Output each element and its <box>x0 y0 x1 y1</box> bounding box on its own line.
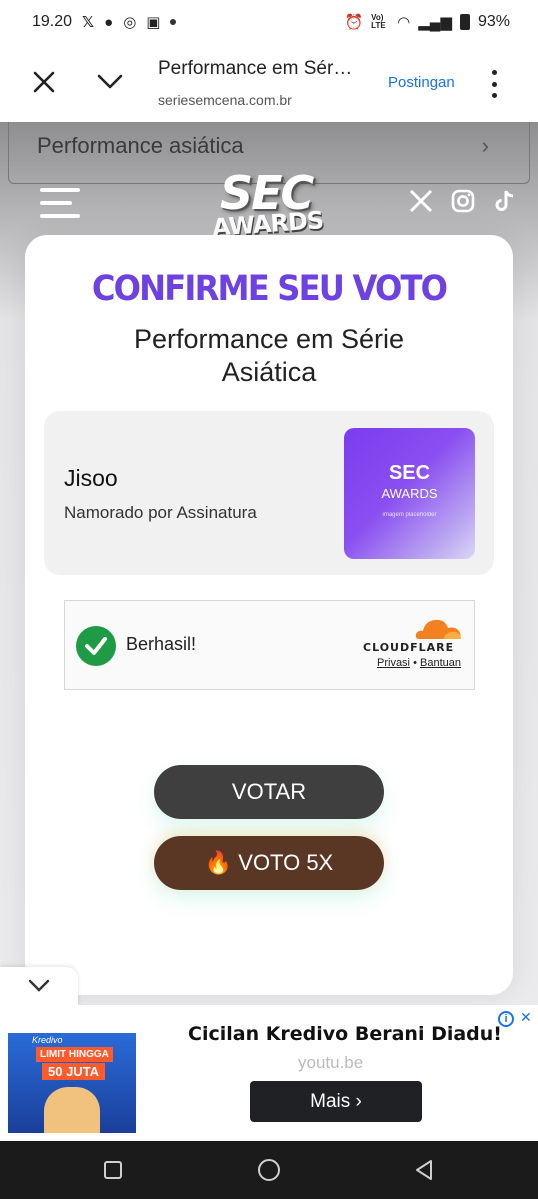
post-link[interactable]: Postingan <box>388 74 455 91</box>
cloudflare-captcha[interactable]: Berhasil! CLOUDFLARE Privasi • Bantuan <box>64 600 475 690</box>
tiktok-icon[interactable] <box>492 188 518 214</box>
chevron-down-icon[interactable] <box>96 70 124 94</box>
cloudflare-wordmark: CLOUDFLARE <box>363 641 455 654</box>
status-bar: 19.20 𝕏 ● ◎ ▣ ⏰ Vo) LTE ◠ ▂▄▆ 93% <box>0 0 538 44</box>
captcha-status: Berhasil! <box>126 634 197 654</box>
success-check-icon <box>76 626 116 666</box>
nominee-image: SEC AWARDS imagem placeholder <box>344 428 475 559</box>
battery-percent: 93% <box>477 13 510 30</box>
nominee-name: Jisoo <box>64 465 118 491</box>
ad-image-amount: 50 JUTA <box>42 1063 106 1080</box>
page-url: seriesemcena.com.br <box>158 92 292 108</box>
battery-icon <box>459 14 470 30</box>
back-icon[interactable] <box>414 1159 434 1181</box>
privacy-link[interactable]: Privasi <box>377 657 410 669</box>
ad-collapse-button[interactable] <box>0 967 78 1005</box>
sec-awards-logo[interactable]: SEC AWARDS <box>206 166 334 244</box>
recent-apps-icon[interactable] <box>104 1161 122 1179</box>
ad-title[interactable]: Cicilan Kredivo Berani Diadu! <box>188 1023 502 1045</box>
network-label: Vo) LTE <box>371 13 386 30</box>
ad-image-badge: LIMIT HINGGA <box>36 1047 113 1062</box>
vote-confirm-modal: CONFIRME SEU VOTO Performance em Série A… <box>25 235 513 995</box>
signal-icon: ▂▄▆ <box>418 13 452 31</box>
ad-close-icon[interactable]: ✕ <box>520 1009 532 1026</box>
ad-cta-label: Mais <box>310 1091 351 1112</box>
category-row-label: Performance asiática <box>37 133 244 158</box>
captcha-links: Privasi • Bantuan <box>377 657 461 669</box>
instagram-icon[interactable] <box>450 188 476 214</box>
ad-info-icon[interactable]: i <box>498 1011 514 1027</box>
ad-image-brand: Kredivo <box>32 1035 63 1045</box>
nominee-image-sec: SEC <box>388 462 431 484</box>
shazam-notification-icon: ◎ <box>123 13 137 31</box>
nominee-image-caption: imagem placeholder <box>382 512 437 518</box>
ad-image-person <box>44 1087 100 1133</box>
modal-title: CONFIRME SEU VOTO <box>91 269 448 309</box>
social-links <box>408 188 518 214</box>
more-notifications-icon <box>170 19 177 25</box>
nominee-card: Jisoo Namorado por Assinatura SEC AWARDS… <box>44 411 494 575</box>
browser-toolbar: Performance em Sér… seriesemcena.com.br … <box>0 44 538 122</box>
ad-image[interactable]: Kredivo LIMIT HINGGA 50 JUTA <box>8 1033 136 1133</box>
page-title: Performance em Sér… <box>158 58 353 79</box>
nominee-image-awards: AWARDS <box>381 486 438 501</box>
chat-notification-icon: ● <box>104 13 114 31</box>
status-time: 19.20 <box>32 13 73 30</box>
app-notification-icon: ▣ <box>146 13 161 31</box>
help-link[interactable]: Bantuan <box>420 657 461 669</box>
status-right: ⏰ Vo) LTE ◠ ▂▄▆ 93% <box>344 13 510 31</box>
system-nav-bar <box>0 1141 538 1199</box>
x-notification-icon: 𝕏 <box>82 13 95 31</box>
vote-button[interactable]: VOTAR <box>154 765 384 819</box>
nominee-show: Namorado por Assinatura <box>64 503 257 522</box>
chevron-down-icon <box>28 979 50 992</box>
ad-banner[interactable]: Kredivo LIMIT HINGGA 50 JUTA Cicilan Kre… <box>0 1005 538 1141</box>
wifi-icon: ◠ <box>397 13 411 31</box>
ad-cta-button[interactable]: Mais › <box>250 1081 422 1122</box>
link-separator: • <box>413 657 417 669</box>
status-left: 19.20 𝕏 ● ◎ ▣ <box>32 13 177 31</box>
hamburger-menu-icon[interactable] <box>40 188 80 218</box>
ad-domain: youtu.be <box>298 1053 364 1072</box>
chevron-right-icon: › <box>355 1091 362 1112</box>
cloudflare-cloud-icon <box>415 619 461 639</box>
vote-5x-button[interactable]: 🔥 VOTO 5X <box>154 836 384 890</box>
chevron-right-icon: › <box>481 133 489 158</box>
more-options-icon[interactable] <box>490 70 498 98</box>
home-icon[interactable] <box>258 1159 280 1181</box>
alarm-icon: ⏰ <box>344 13 364 31</box>
x-icon[interactable] <box>408 188 434 214</box>
close-icon[interactable] <box>30 68 58 96</box>
category-title: Performance em Série Asiática <box>133 324 405 387</box>
